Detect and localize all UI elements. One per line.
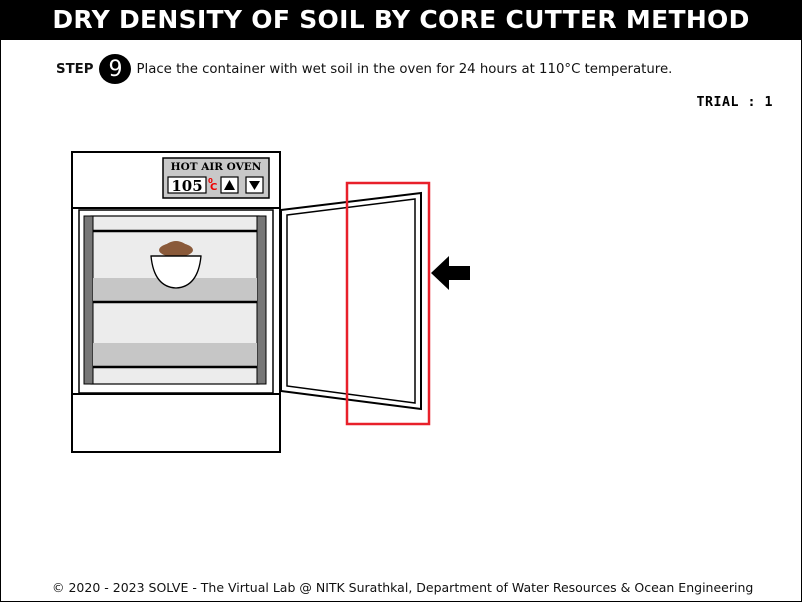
hot-air-oven: HOT AIR OVEN 105 0 C xyxy=(71,151,281,453)
temperature-up-button[interactable] xyxy=(220,176,239,194)
right-rail xyxy=(256,215,267,385)
temperature-down-button[interactable] xyxy=(245,176,264,194)
oven-scene: HOT AIR OVEN 105 0 C xyxy=(71,151,470,453)
oven-control-panel: HOT AIR OVEN 105 0 C xyxy=(162,157,270,199)
temperature-unit: C xyxy=(210,182,217,193)
left-rail xyxy=(83,215,94,385)
temperature-value: 105 xyxy=(171,177,202,195)
oven-label: HOT AIR OVEN xyxy=(171,161,262,173)
footer-credits: © 2020 - 2023 SOLVE - The Virtual Lab @ … xyxy=(52,580,754,595)
oven-chamber xyxy=(78,209,274,394)
shelf-band-2 xyxy=(93,343,257,367)
left-arrow-icon xyxy=(431,256,470,290)
oven-door[interactable] xyxy=(280,191,422,411)
